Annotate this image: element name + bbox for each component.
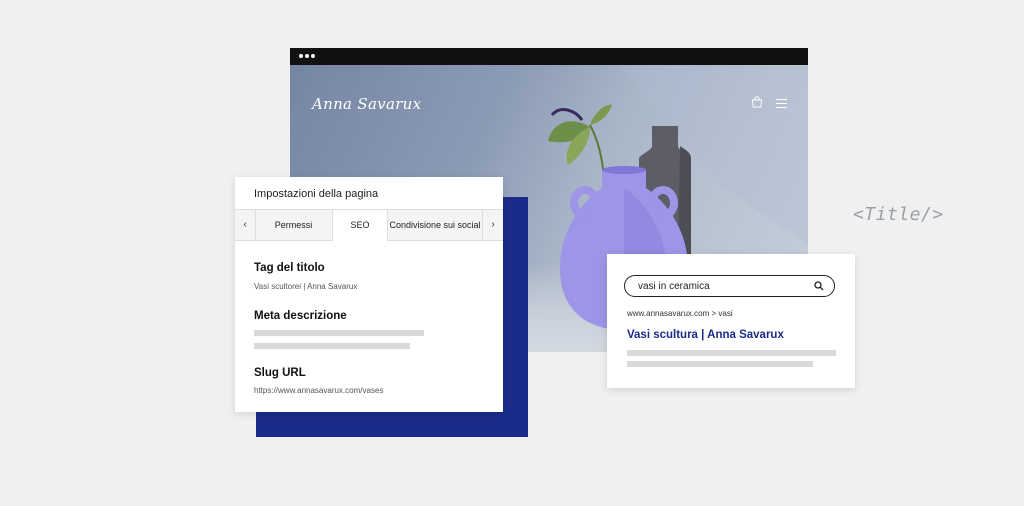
search-icon[interactable] (814, 281, 824, 291)
tab-permessi[interactable]: Permessi (255, 210, 333, 240)
title-tag-value[interactable]: Vasi scultorei | Anna Savarux (254, 282, 357, 291)
result-snippet-line (627, 350, 836, 356)
slug-url-value[interactable]: https://www.annasavarux.com/vases (254, 386, 383, 395)
result-title-link[interactable]: Vasi scultura | Anna Savarux (627, 329, 784, 341)
result-snippet-line (627, 361, 813, 367)
title-tag-label: Tag del titolo (254, 262, 325, 274)
search-result-preview: vasi in ceramica www.annasavarux.com > v… (607, 254, 855, 388)
slug-url-label: Slug URL (254, 367, 306, 379)
tabs-next-arrow[interactable]: › (483, 210, 503, 240)
window-dot (305, 54, 309, 58)
tab-seo[interactable]: SEO (333, 210, 388, 241)
meta-description-placeholder-line (254, 343, 410, 349)
site-brand-name[interactable]: Anna Savarux (312, 95, 421, 113)
result-url[interactable]: www.annasavarux.com > vasi (627, 309, 733, 318)
shopping-bag-icon[interactable] (751, 96, 763, 108)
search-query: vasi in ceramica (638, 281, 710, 292)
title-code-tag: <Title/> (853, 204, 944, 225)
browser-title-bar (290, 48, 808, 65)
panel-title: Impostazioni della pagina (254, 188, 379, 200)
window-dot (299, 54, 303, 58)
search-input[interactable]: vasi in ceramica (624, 275, 835, 297)
hamburger-menu-icon[interactable] (776, 99, 787, 108)
page-settings-panel: Impostazioni della pagina ‹ Permessi SEO… (235, 177, 503, 412)
window-dot (311, 54, 315, 58)
tab-social-sharing[interactable]: Condivisione sui social (388, 210, 483, 240)
tabs-prev-arrow[interactable]: ‹ (235, 210, 256, 240)
meta-description-label: Meta descrizione (254, 310, 347, 322)
meta-description-placeholder-line (254, 330, 424, 336)
settings-tabs: ‹ Permessi SEO Condivisione sui social › (235, 209, 503, 241)
